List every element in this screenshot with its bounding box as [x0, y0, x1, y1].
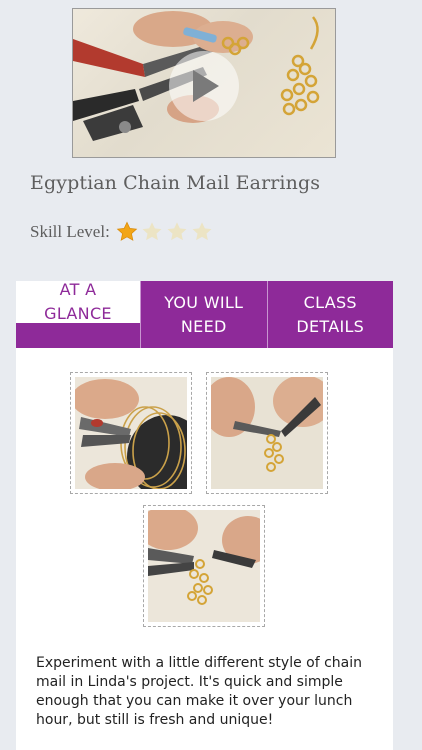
- play-icon: [193, 70, 219, 102]
- star-icon: [191, 221, 213, 243]
- tab-panel-at-a-glance: Experiment with a little different style…: [16, 348, 393, 750]
- class-title: Egyptian Chain Mail Earrings: [30, 172, 321, 194]
- skill-level: Skill Level:: [30, 220, 216, 244]
- tab-you-will-need[interactable]: YOU WILL NEED: [140, 281, 267, 348]
- star-icon: [116, 221, 138, 243]
- play-button[interactable]: [169, 51, 239, 121]
- project-photo-image: [75, 377, 187, 489]
- project-photo[interactable]: [206, 372, 328, 494]
- tab-class-details[interactable]: CLASS DETAILS: [266, 281, 394, 348]
- tab-at-a-glance[interactable]: AT A GLANCE: [16, 280, 140, 323]
- star-icon: [141, 221, 163, 243]
- project-photo-image: [148, 510, 260, 622]
- tab-bar: AT A GLANCE YOU WILL NEED CLASS DETAILS: [16, 280, 394, 348]
- class-description: Experiment with a little different style…: [36, 655, 363, 728]
- video-thumbnail[interactable]: [72, 8, 336, 158]
- project-photo[interactable]: [143, 505, 265, 627]
- skill-level-label: Skill Level:: [30, 222, 110, 241]
- star-icon: [166, 221, 188, 243]
- project-photo[interactable]: [70, 372, 192, 494]
- project-photo-image: [211, 377, 323, 489]
